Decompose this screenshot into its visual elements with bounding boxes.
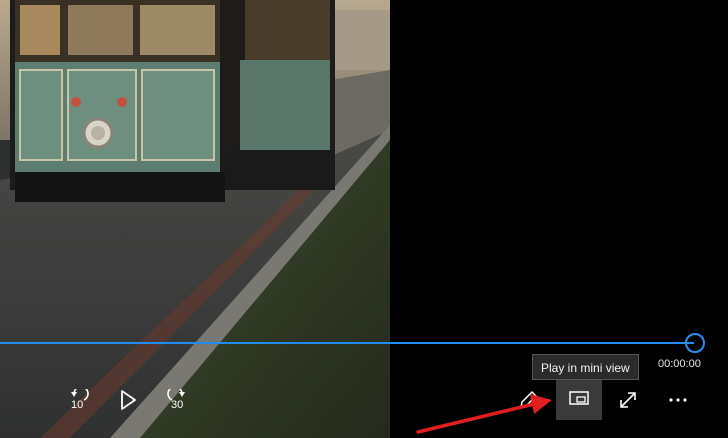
- rewind-button[interactable]: 10: [58, 380, 98, 420]
- pencil-icon: [517, 389, 539, 411]
- play-button[interactable]: [108, 380, 148, 420]
- play-icon: [118, 389, 138, 411]
- mini-view-icon: [568, 390, 590, 411]
- expand-icon: [617, 389, 639, 411]
- mini-view-button[interactable]: [556, 380, 602, 420]
- seek-bar[interactable]: [0, 342, 694, 344]
- video-scene: [0, 0, 390, 438]
- elapsed-time: 00:00:00: [658, 358, 701, 370]
- mini-view-tooltip: Play in mini view: [532, 354, 639, 380]
- rewind-seconds-label: 10: [71, 399, 84, 411]
- forward-seconds-label: 30: [171, 399, 184, 411]
- more-options-button[interactable]: [658, 380, 698, 420]
- media-player: 00:00:00 10 30 Play in mini view: [0, 0, 728, 438]
- video-frame[interactable]: [0, 0, 390, 438]
- forward-button[interactable]: 30: [158, 380, 198, 420]
- fullscreen-button[interactable]: [608, 380, 648, 420]
- seek-thumb[interactable]: [685, 333, 705, 353]
- more-icon: [667, 397, 689, 403]
- edit-button[interactable]: [508, 380, 548, 420]
